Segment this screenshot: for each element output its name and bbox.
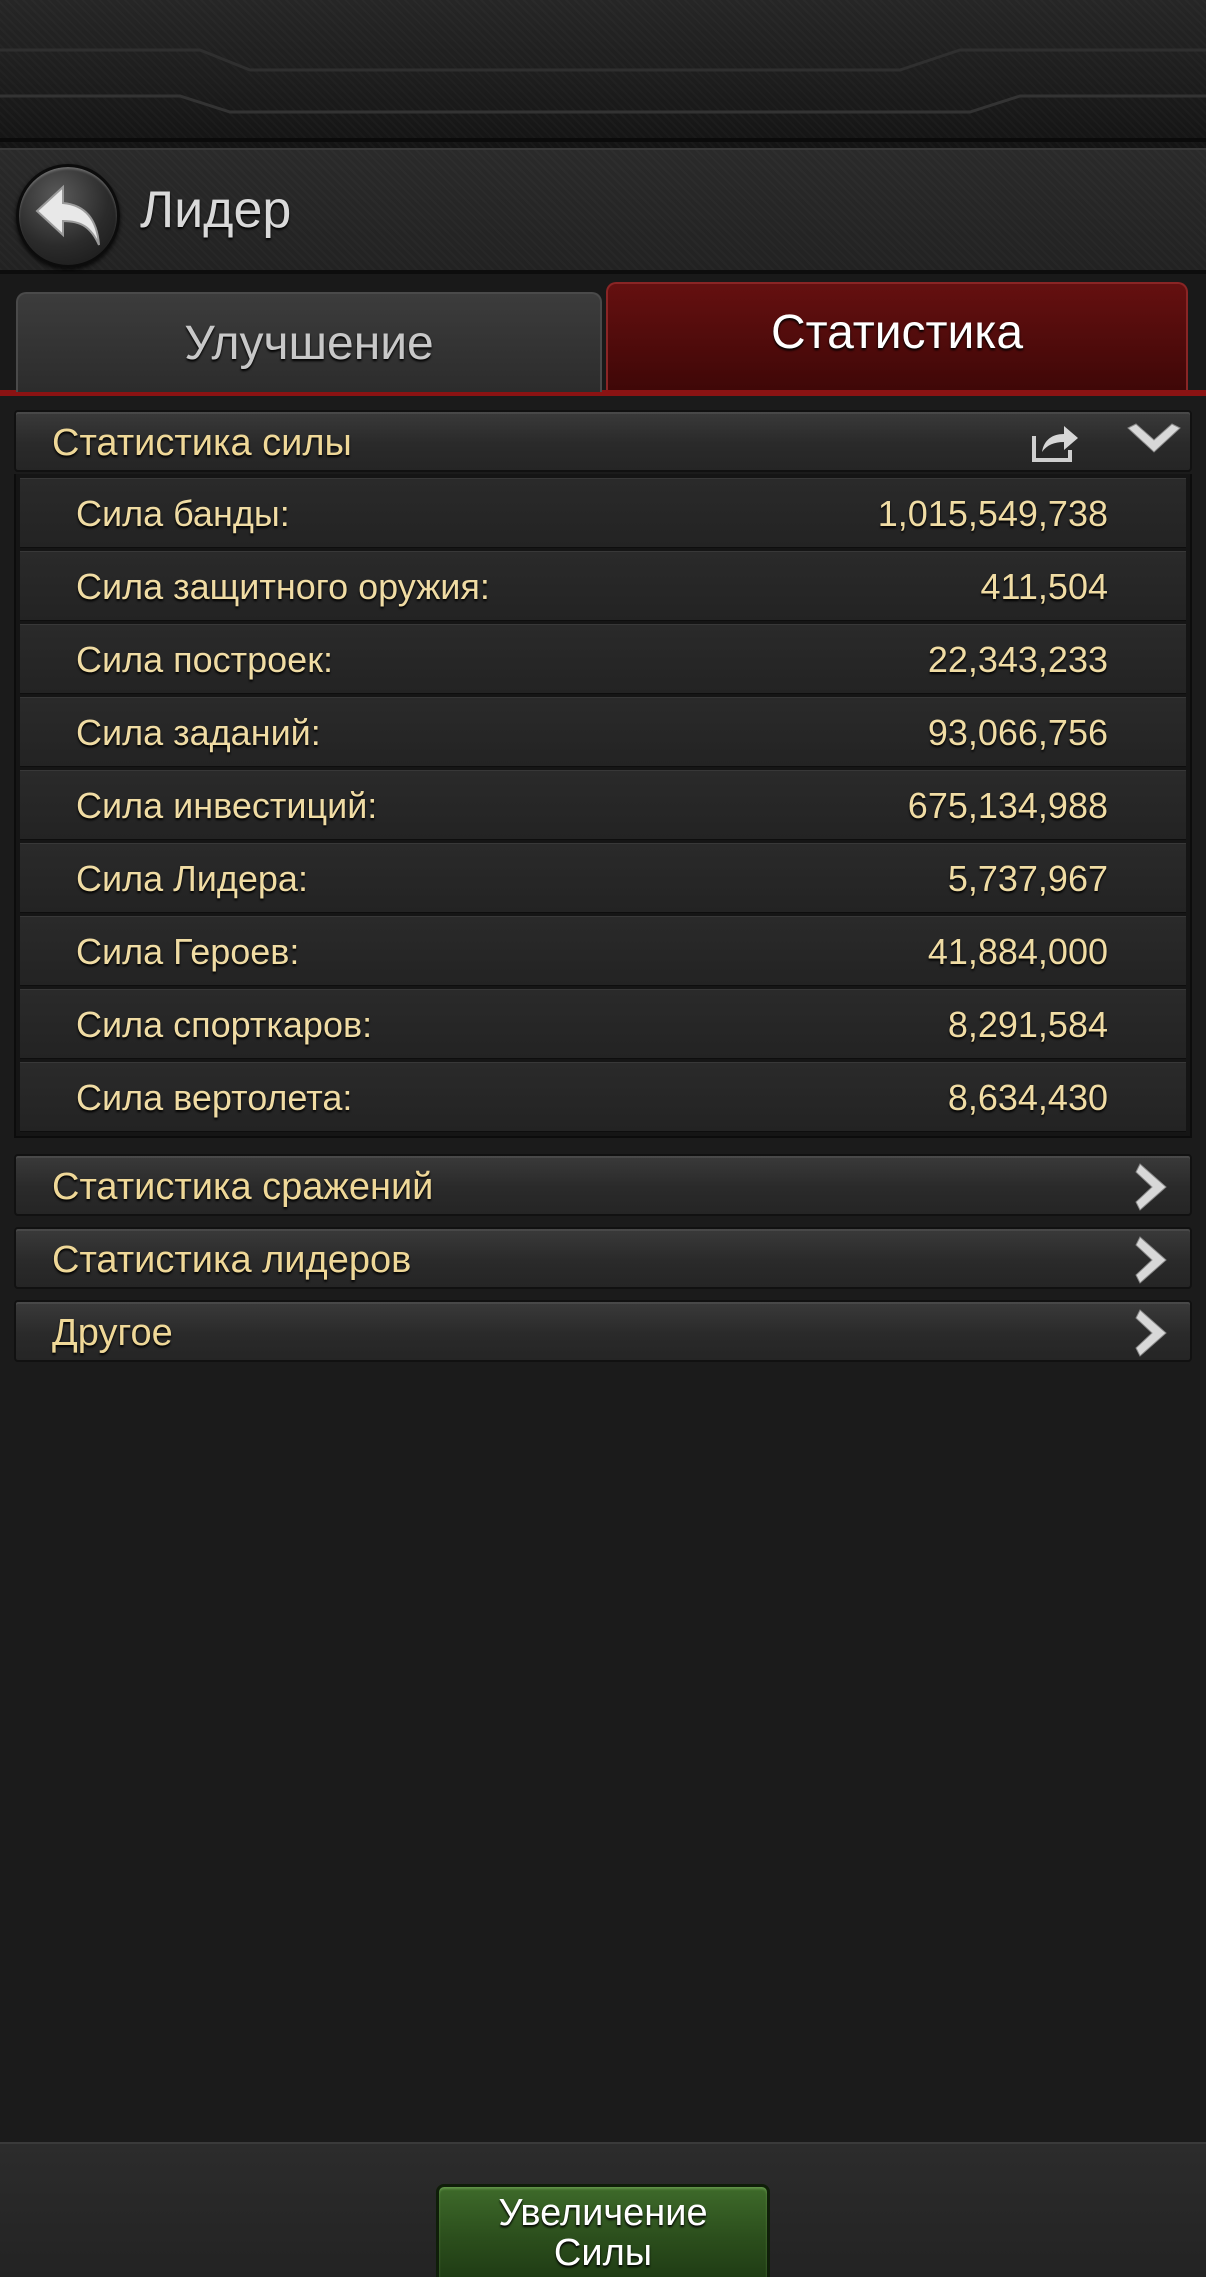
header-bar: Лидер: [0, 148, 1206, 274]
stat-row: Сила инвестиций: 675,134,988: [20, 770, 1186, 840]
tab-statistics[interactable]: Статистика: [606, 282, 1188, 390]
stat-value: 93,066,756: [927, 712, 1108, 753]
section-title: Статистика силы: [52, 422, 352, 464]
section-title: Другое: [52, 1312, 173, 1354]
tab-bar: Улучшение Статистика: [0, 274, 1206, 396]
boost-power-button[interactable]: Увеличение Силы: [436, 2184, 770, 2277]
stat-label: Сила Героев:: [76, 931, 300, 972]
back-arrow-icon: [35, 184, 100, 246]
chevron-right-icon: [1135, 1236, 1167, 1284]
stat-label: Сила защитного оружия:: [76, 566, 490, 607]
stat-row: Сила банды: 1,015,549,738: [20, 478, 1186, 548]
stat-label: Сила построек:: [76, 639, 333, 680]
stat-row: Сила защитного оружия: 411,504: [20, 551, 1186, 621]
stat-label: Сила вертолета:: [76, 1077, 353, 1118]
power-stats-header[interactable]: Статистика силы: [14, 410, 1192, 472]
other-section[interactable]: Другое: [14, 1300, 1192, 1362]
stat-label: Сила Лидера:: [76, 858, 308, 899]
stat-value: 8,634,430: [947, 1077, 1108, 1118]
stat-row: Сила Героев: 41,884,000: [20, 916, 1186, 986]
page-title: Лидер: [140, 181, 292, 239]
stat-row: Сила заданий: 93,066,756: [20, 697, 1186, 767]
stat-row: Сила вертолета: 8,634,430: [20, 1062, 1186, 1132]
tab-upgrade[interactable]: Улучшение: [16, 292, 602, 392]
stat-row: Сила Лидера: 5,737,967: [20, 843, 1186, 913]
stat-value: 22,343,233: [927, 639, 1108, 680]
leader-stats-section[interactable]: Статистика лидеров: [14, 1227, 1192, 1289]
section-title: Статистика сражений: [52, 1166, 434, 1208]
power-stats-list: Сила банды: 1,015,549,738 Сила защитного…: [14, 474, 1192, 1138]
stat-label: Сила банды:: [76, 493, 290, 534]
stat-value: 5,737,967: [947, 858, 1108, 899]
leader-stats-screen: Лидер Улучшение Статистика Статистика си…: [0, 0, 1206, 2277]
stat-value: 411,504: [980, 566, 1108, 607]
stat-label: Сила инвестиций:: [76, 785, 378, 826]
stat-value: 8,291,584: [947, 1004, 1108, 1045]
battle-stats-section[interactable]: Статистика сражений: [14, 1154, 1192, 1216]
chevron-right-icon: [1135, 1309, 1167, 1357]
boost-button-line1: Увеличение: [498, 2192, 708, 2234]
stat-value: 1,015,549,738: [877, 493, 1108, 534]
boost-button-line2: Силы: [553, 2232, 653, 2274]
stat-label: Сила заданий:: [76, 712, 321, 753]
chevron-down-icon[interactable]: [1126, 422, 1182, 462]
stat-row: Сила построек: 22,343,233: [20, 624, 1186, 694]
top-decoration: [0, 0, 1206, 148]
decorative-lines: [0, 48, 1206, 142]
stat-row: Сила спорткаров: 8,291,584: [20, 989, 1186, 1059]
stat-value: 675,134,988: [907, 785, 1108, 826]
stat-label: Сила спорткаров:: [76, 1004, 373, 1045]
section-title: Статистика лидеров: [52, 1239, 412, 1281]
share-icon[interactable]: [1028, 420, 1080, 464]
stat-value: 41,884,000: [927, 931, 1108, 972]
back-button[interactable]: [16, 164, 120, 268]
chevron-right-icon: [1135, 1163, 1167, 1211]
bottom-bar: Увеличение Силы: [0, 2142, 1206, 2277]
